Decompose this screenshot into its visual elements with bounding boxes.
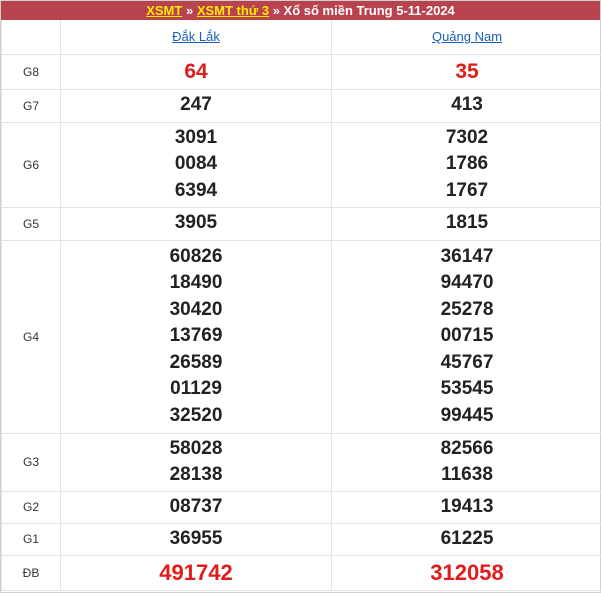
prize-label: G1	[1, 522, 61, 556]
prize-number: 312058	[430, 559, 504, 585]
prize-cell: 7302 1786 1767	[331, 121, 601, 208]
prize-number: 11638	[441, 464, 493, 485]
breadcrumb-link-xsmt-thu3[interactable]: XSMT thứ 3	[197, 3, 269, 18]
prize-cell: 3091 0084 6394	[60, 121, 332, 208]
prize-number: 25278	[440, 298, 494, 320]
prize-number: 35	[455, 59, 479, 83]
prize-label: G7	[1, 88, 61, 123]
prize-cell: 82566 11638	[331, 432, 601, 492]
prize-row: G6 3091 0084 6394 7302 1786 1767	[1, 121, 601, 208]
prize-number: 30420	[169, 298, 223, 320]
prize-number: 413	[451, 94, 483, 116]
prize-cell: 1815	[331, 206, 601, 241]
prize-label: G4	[1, 239, 61, 434]
prize-cell: 60826 18490 30420 13769 26589 01129 32520	[60, 239, 332, 434]
prize-number: 99445	[440, 404, 494, 426]
breadcrumb-link-xsmt[interactable]: XSMT	[146, 3, 182, 18]
prize-number: 32520	[169, 404, 223, 426]
prize-number: 60826	[169, 245, 223, 267]
prize-number: 36955	[169, 527, 223, 549]
prize-cell: 3905	[60, 206, 332, 241]
province-cell: Đắk Lắk	[60, 20, 332, 55]
prize-number: 82566	[440, 437, 494, 459]
prize-cell: 64	[60, 53, 332, 90]
prize-number: 0084	[174, 153, 218, 175]
results-table: Đắk Lắk Quảng Nam G8 64 35 G7 247 413 G6 3091 00…	[1, 20, 601, 591]
header-corner-cell	[1, 20, 61, 55]
prize-cell: 36955	[60, 522, 332, 556]
prize-number: 53545	[440, 378, 494, 400]
prize-number: 247	[180, 94, 212, 116]
prize-number: 45767	[440, 351, 494, 373]
prize-number: 13769	[169, 325, 223, 347]
prize-number: 3905	[174, 212, 218, 234]
prize-number: 08737	[169, 495, 223, 517]
prize-label: G8	[1, 53, 61, 90]
page-title: Xổ số miền Trung 5-11-2024	[283, 3, 455, 18]
prize-row: ĐB 491742 312058	[1, 554, 601, 591]
province-link-quang-nam[interactable]: Quảng Nam	[432, 29, 502, 44]
prize-number: 1815	[445, 212, 489, 234]
prize-number: 01129	[170, 378, 222, 400]
prize-row: G8 64 35	[1, 53, 601, 90]
prize-number: 00715	[440, 325, 494, 347]
prize-label: G3	[1, 432, 61, 492]
prize-cell: 491742	[60, 554, 332, 591]
prize-label: ĐB	[1, 554, 61, 591]
prize-cell: 35	[331, 53, 601, 90]
prize-cell: 247	[60, 88, 332, 123]
prize-cell: 413	[331, 88, 601, 123]
prize-cell: 58028 28138	[60, 432, 332, 492]
results-panel: XSMT » XSMT thứ 3 » Xổ số miền Trung 5-1…	[0, 0, 601, 593]
prize-label: G6	[1, 121, 61, 208]
prize-row: G5 3905 1815	[1, 206, 601, 241]
prize-row: G3 58028 28138 82566 11638	[1, 432, 601, 492]
prize-rows: G8 64 35 G7 247 413 G6 3091 0084 6394 7302 1786 1767…	[1, 53, 601, 591]
breadcrumb: XSMT » XSMT thứ 3 » Xổ số miền Trung 5-1…	[1, 1, 600, 20]
breadcrumb-separator: »	[272, 3, 280, 18]
prize-number: 58028	[169, 437, 223, 459]
prize-number: 61225	[440, 527, 494, 549]
province-cell: Quảng Nam	[331, 20, 601, 55]
prize-cell: 61225	[331, 522, 601, 556]
prize-row: G4 60826 18490 30420 13769 26589 01129 32520 361…	[1, 239, 601, 434]
prize-cell: 19413	[331, 490, 601, 524]
prize-number: 491742	[159, 559, 233, 585]
prize-row: G2 08737 19413	[1, 490, 601, 524]
prize-number: 18490	[169, 272, 223, 294]
prize-number: 64	[184, 59, 208, 83]
prize-row: G7 247 413	[1, 88, 601, 123]
prize-number: 36147	[440, 245, 494, 267]
prize-number: 6394	[174, 179, 218, 201]
prize-label: G5	[1, 206, 61, 241]
prize-cell: 36147 94470 25278 00715 45767 53545 99445	[331, 239, 601, 434]
prize-number: 19413	[440, 495, 494, 517]
prize-number: 1786	[445, 153, 489, 175]
prize-number: 94470	[440, 272, 494, 294]
prize-label: G2	[1, 490, 61, 524]
breadcrumb-separator: »	[185, 3, 194, 18]
province-link-dak-lak[interactable]: Đắk Lắk	[172, 29, 220, 44]
prize-cell: 08737	[60, 490, 332, 524]
prize-number: 1767	[445, 179, 489, 201]
prize-number: 28138	[169, 464, 223, 485]
province-header-row: Đắk Lắk Quảng Nam	[1, 20, 601, 55]
prize-row: G1 36955 61225	[1, 522, 601, 556]
prize-number: 3091	[174, 126, 218, 148]
prize-number: 26589	[169, 351, 223, 373]
prize-cell: 312058	[331, 554, 601, 591]
prize-number: 7302	[445, 126, 489, 148]
